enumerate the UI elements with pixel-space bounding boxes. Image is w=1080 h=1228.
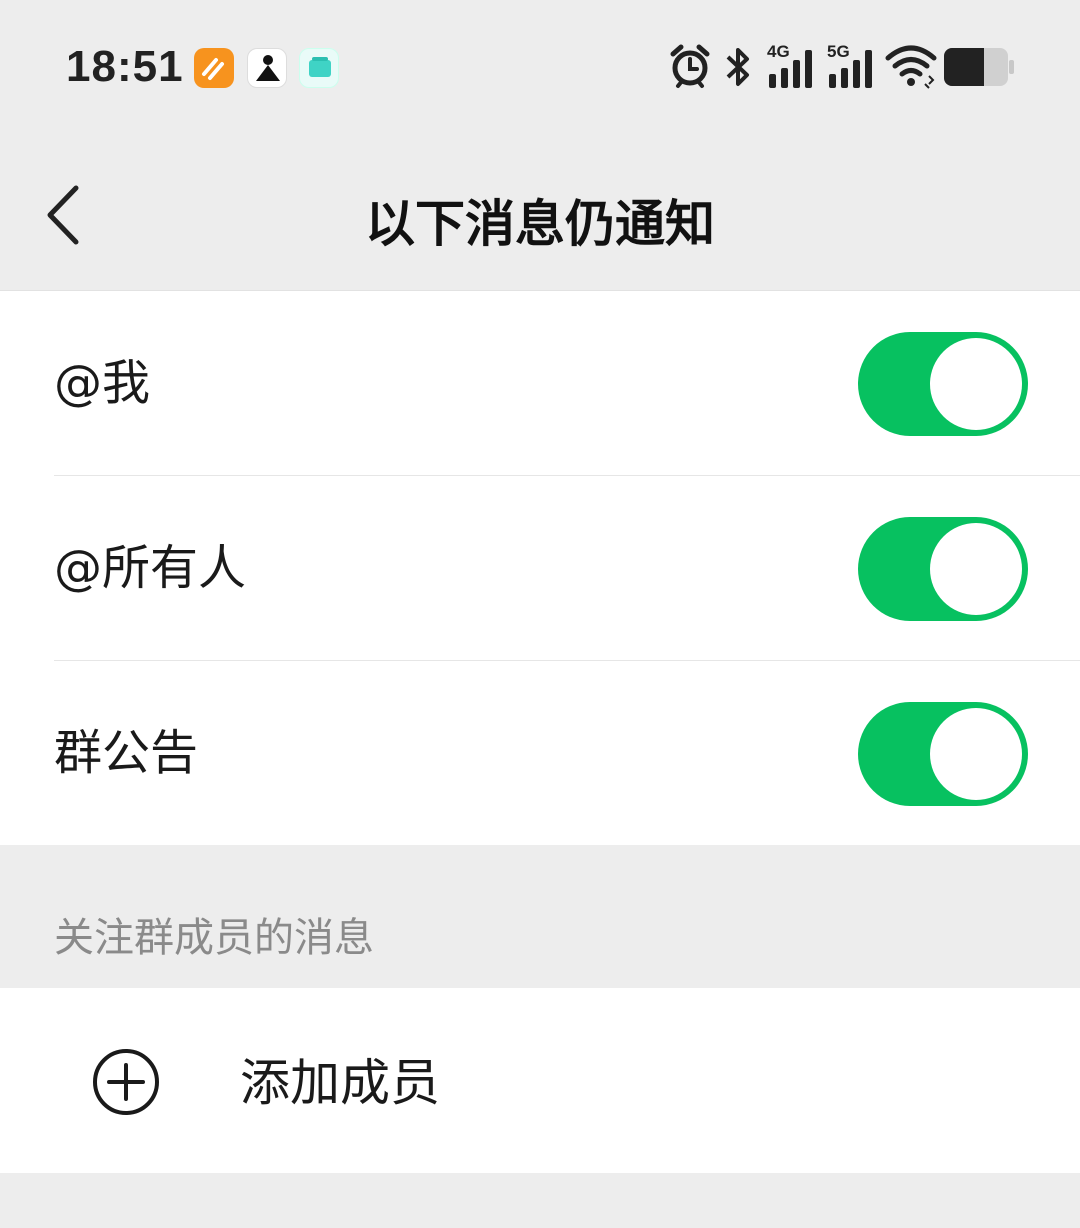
signal-5g-icon: 5G (825, 42, 875, 92)
members-card: 添加成员 (0, 988, 1080, 1173)
notify-toggles-card: @我 @所有人 群公告 (0, 290, 1080, 845)
toggle-label: @所有人 (54, 540, 247, 596)
toggle-row-group-notice: 群公告 (0, 661, 1080, 846)
mention-me-switch[interactable] (858, 332, 1028, 436)
group-notice-switch[interactable] (858, 702, 1028, 806)
plus-circle-icon (93, 1049, 159, 1115)
notification-settings-page: 18:51 4G 5G 以下消息仍通知 @我 @所有人 群公告 关注群成员的消息… (0, 0, 1080, 1228)
status-bar: 18:51 4G 5G (0, 0, 1080, 140)
switch-knob (930, 338, 1022, 430)
toggle-row-mention-me: @我 (0, 291, 1080, 476)
members-section-title: 关注群成员的消息 (54, 915, 374, 961)
status-time: 18:51 (66, 42, 184, 91)
switch-knob (930, 708, 1022, 800)
mention-all-switch[interactable] (858, 517, 1028, 621)
alarm-icon (670, 44, 710, 88)
toggle-row-mention-all: @所有人 (0, 476, 1080, 661)
add-member-label: 添加成员 (240, 1054, 440, 1112)
teal-app-icon (299, 48, 339, 88)
battery-icon (944, 48, 1014, 86)
person-app-icon (247, 48, 287, 88)
orange-app-icon (194, 48, 234, 88)
nav-bar: 以下消息仍通知 (0, 140, 1080, 290)
bluetooth-icon (726, 48, 749, 86)
page-title: 以下消息仍通知 (365, 195, 715, 253)
add-member-button[interactable]: 添加成员 (0, 988, 1080, 1173)
wifi-icon (885, 45, 937, 89)
switch-knob (930, 523, 1022, 615)
toggle-label: @我 (54, 355, 151, 411)
signal-4g-icon: 4G (765, 42, 815, 92)
toggle-label: 群公告 (54, 725, 199, 781)
